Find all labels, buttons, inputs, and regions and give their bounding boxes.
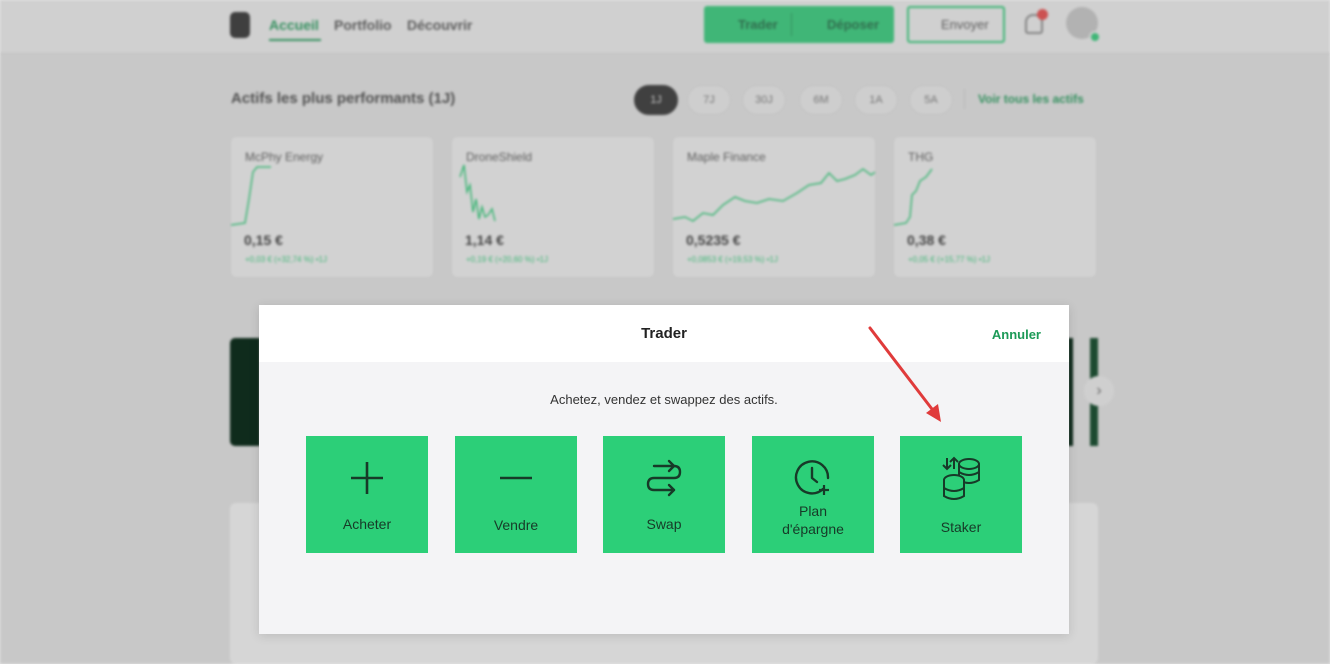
annotation-arrow <box>868 326 941 422</box>
